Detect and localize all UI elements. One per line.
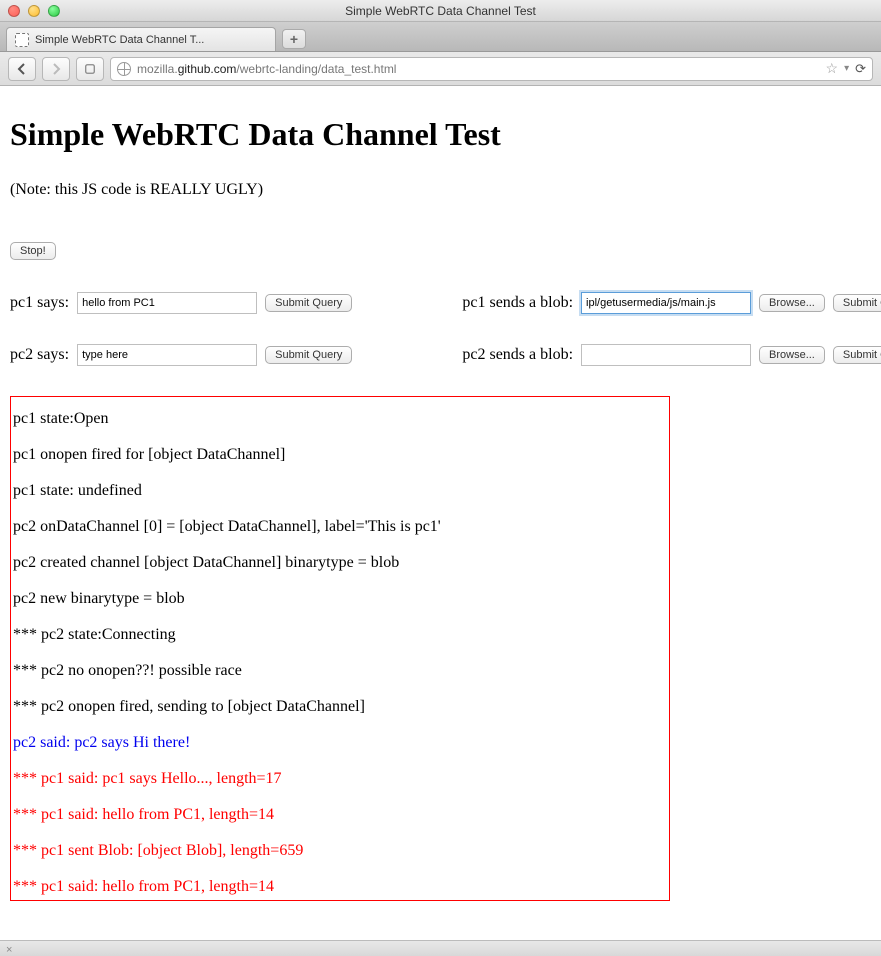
pc2-blob-submit-button[interactable]: Submit Query [833, 346, 881, 364]
url-bar[interactable]: mozilla.github.com/webrtc-landing/data_t… [110, 57, 873, 81]
zoom-window-icon[interactable] [48, 5, 60, 17]
url-text: mozilla.github.com/webrtc-landing/data_t… [137, 62, 396, 76]
bookmark-star-icon[interactable]: ☆ [826, 60, 839, 77]
new-tab-button[interactable]: + [282, 29, 306, 49]
log-line: pc2 said: pc2 says Hi there! [13, 725, 667, 761]
reload-icon[interactable]: ⟳ [855, 61, 866, 77]
stop-button[interactable]: Stop! [10, 242, 56, 260]
log-output[interactable]: pc1 state:Openpc1 onopen fired for [obje… [10, 396, 670, 901]
tab-title: Simple WebRTC Data Channel T... [35, 34, 204, 46]
home-button[interactable] [76, 57, 104, 81]
pc1-says-submit-button[interactable]: Submit Query [265, 294, 352, 312]
favicon-icon [15, 33, 29, 47]
url-dropdown-icon[interactable]: ▾ [844, 63, 849, 74]
pc2-blob-browse-button[interactable]: Browse... [759, 346, 825, 364]
tab-strip: Simple WebRTC Data Channel T... + [0, 22, 881, 52]
status-close-icon[interactable]: × [6, 944, 12, 956]
log-line: pc1 state: undefined [13, 473, 667, 509]
log-line: *** pc2 no onopen??! possible race [13, 653, 667, 689]
forward-button[interactable] [42, 57, 70, 81]
pc1-blob-submit-button[interactable]: Submit Query [833, 294, 881, 312]
close-window-icon[interactable] [8, 5, 20, 17]
log-line: *** pc1 sent Blob: [object Blob], length… [13, 833, 667, 869]
pc1-blob-browse-button[interactable]: Browse... [759, 294, 825, 312]
page-heading: Simple WebRTC Data Channel Test [10, 116, 871, 153]
minimize-window-icon[interactable] [28, 5, 40, 17]
window-title: Simple WebRTC Data Channel Test [0, 4, 881, 18]
globe-icon [117, 62, 131, 76]
log-line: pc2 created channel [object DataChannel]… [13, 545, 667, 581]
page-content: Simple WebRTC Data Channel Test (Note: t… [0, 86, 881, 921]
log-line: pc2 new binarytype = blob [13, 581, 667, 617]
pc1-blob-label: pc1 sends a blob: [462, 294, 573, 312]
pc2-says-label: pc2 says: [10, 346, 69, 364]
pc1-says-label: pc1 says: [10, 294, 69, 312]
log-line: *** pc1 said: hello from PC1, length=14 [13, 797, 667, 833]
pc1-blob-file-input[interactable] [581, 292, 751, 314]
log-line: *** pc2 state:Connecting [13, 617, 667, 653]
log-line: *** pc1 said: hello from PC1, length=14 [13, 869, 667, 901]
pc2-blob-file-input[interactable] [581, 344, 751, 366]
tab-active[interactable]: Simple WebRTC Data Channel T... [6, 27, 276, 51]
status-bar: × [0, 940, 881, 956]
log-line: pc2 onDataChannel [0] = [object DataChan… [13, 509, 667, 545]
pc2-says-input[interactable] [77, 344, 257, 366]
toolbar: mozilla.github.com/webrtc-landing/data_t… [0, 52, 881, 86]
log-line: *** pc2 onopen fired, sending to [object… [13, 689, 667, 725]
pc2-says-submit-button[interactable]: Submit Query [265, 346, 352, 364]
log-line: *** pc1 said: pc1 says Hello..., length=… [13, 761, 667, 797]
page-note: (Note: this JS code is REALLY UGLY) [10, 181, 871, 199]
back-button[interactable] [8, 57, 36, 81]
pc1-says-input[interactable] [77, 292, 257, 314]
pc2-blob-label: pc2 sends a blob: [462, 346, 573, 364]
log-line: pc1 state:Open [13, 401, 667, 437]
window-titlebar: Simple WebRTC Data Channel Test [0, 0, 881, 22]
log-line: pc1 onopen fired for [object DataChannel… [13, 437, 667, 473]
